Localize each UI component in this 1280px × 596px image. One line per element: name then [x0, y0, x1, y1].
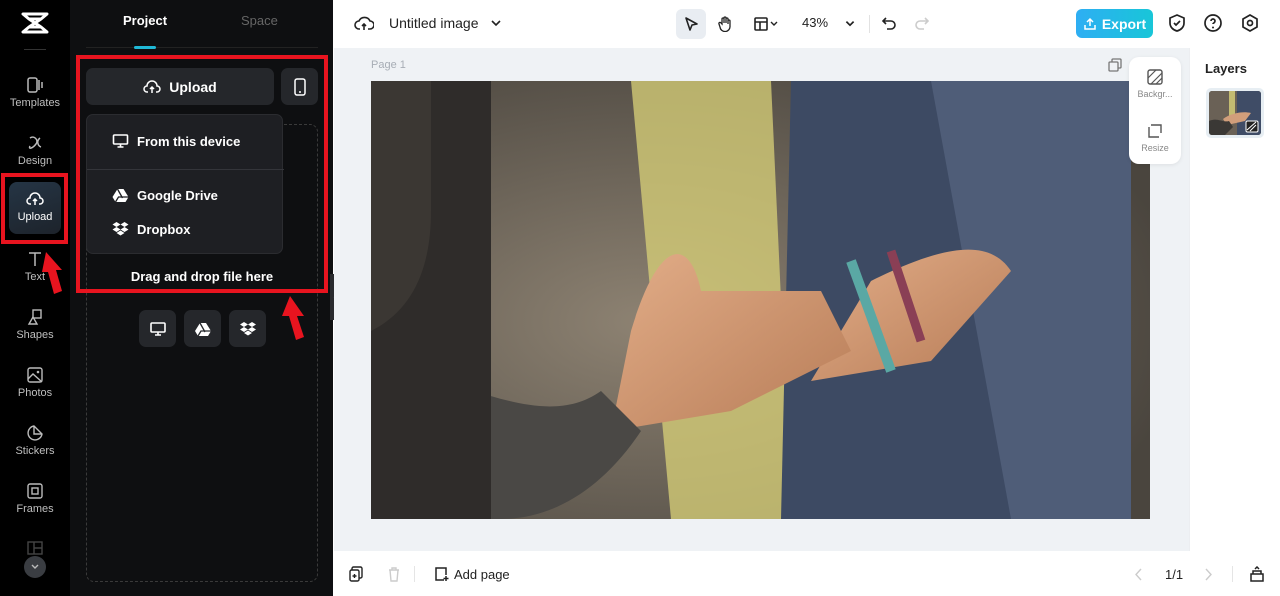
- help-icon[interactable]: [1203, 13, 1223, 33]
- duplicate-icon[interactable]: [348, 566, 364, 582]
- chevron-down-icon[interactable]: [489, 16, 503, 30]
- add-page-button[interactable]: Add page: [454, 567, 510, 582]
- page-indicator: 1/1: [1165, 567, 1184, 582]
- share-icon: [1084, 17, 1096, 30]
- photos-icon: [27, 367, 43, 383]
- document-title[interactable]: Untitled image: [389, 15, 479, 31]
- rail-item-stickers[interactable]: Stickers: [4, 420, 66, 472]
- tab-space[interactable]: Space: [241, 13, 278, 28]
- rail-label: Shapes: [16, 329, 54, 341]
- select-tool-button[interactable]: [676, 9, 706, 39]
- annotation-box-upload-panel: [76, 55, 328, 293]
- next-page-icon[interactable]: [1203, 568, 1213, 581]
- background-tool-button[interactable]: Backgr...: [1129, 69, 1181, 99]
- top-bar: Untitled image 43% Export: [334, 0, 1280, 48]
- cloud-sync-icon[interactable]: [354, 13, 374, 33]
- monitor-icon: [149, 321, 166, 336]
- bottom-divider: [414, 566, 415, 582]
- dropbox-source-button[interactable]: [229, 310, 266, 347]
- frames-icon: [27, 483, 43, 499]
- redo-icon[interactable]: [914, 15, 930, 31]
- background-tool-label: Backgr...: [1137, 89, 1173, 99]
- handshake-photo: [371, 81, 1150, 519]
- design-icon: [28, 136, 42, 149]
- pointer-icon: [685, 17, 698, 31]
- templates-icon: [27, 77, 43, 93]
- google-drive-source-button[interactable]: [184, 310, 221, 347]
- export-label: Export: [1101, 15, 1147, 32]
- chevron-down-icon: [31, 564, 39, 569]
- rail-item-frames[interactable]: Frames: [4, 478, 66, 530]
- google-drive-icon: [194, 322, 211, 336]
- dropbox-icon: [239, 321, 256, 335]
- add-page-icon[interactable]: [433, 566, 449, 582]
- shield-check-icon[interactable]: [1167, 13, 1187, 33]
- bottom-bar: Add page 1/1: [334, 551, 1280, 596]
- rail-item-shapes[interactable]: Shapes: [4, 304, 66, 356]
- rail-label: Frames: [16, 503, 54, 515]
- layer-thumbnail: [1209, 91, 1261, 135]
- shapes-icon: [27, 309, 42, 325]
- layer-photo-thumbnail: [1209, 91, 1261, 135]
- layout-menu-button[interactable]: [748, 9, 784, 39]
- hand-tool-button[interactable]: [710, 9, 740, 39]
- stickers-icon: [27, 425, 43, 441]
- hand-icon: [718, 16, 731, 32]
- layout-icon: [754, 17, 768, 31]
- canvas-area: Page 1 Backgr... Resize: [334, 48, 1189, 551]
- undo-icon[interactable]: [881, 15, 897, 31]
- left-rail: Templates Design Upload Text Shapes Phot…: [0, 0, 70, 596]
- settings-icon[interactable]: [1240, 13, 1260, 33]
- canvas-photo[interactable]: [371, 81, 1150, 519]
- zoom-level[interactable]: 43%: [802, 15, 828, 30]
- layers-title: Layers: [1205, 61, 1247, 76]
- panel-tabs: Project Space: [86, 0, 318, 49]
- rail-divider: [24, 49, 46, 50]
- annotation-arrow-icon: [282, 296, 304, 340]
- bottom-divider: [1232, 566, 1233, 582]
- annotation-box-upload-rail: [1, 173, 68, 244]
- rail-item-photos[interactable]: Photos: [4, 362, 66, 414]
- previous-page-icon[interactable]: [1134, 568, 1144, 581]
- rail-label: Stickers: [15, 445, 55, 457]
- device-source-button[interactable]: [139, 310, 176, 347]
- resize-tool-label: Resize: [1141, 143, 1169, 153]
- duplicate-page-icon[interactable]: [1108, 58, 1122, 72]
- capcut-logo-icon: [21, 12, 49, 34]
- rail-label: Photos: [17, 387, 53, 399]
- trash-icon[interactable]: [386, 566, 402, 582]
- expand-pages-icon[interactable]: [1249, 566, 1265, 582]
- layer-item[interactable]: [1206, 88, 1264, 138]
- chevron-down-icon: [770, 21, 778, 26]
- more-tools-button[interactable]: [24, 556, 46, 578]
- export-button[interactable]: Export: [1076, 9, 1153, 38]
- canvas-quick-tools: Backgr... Resize: [1129, 57, 1181, 164]
- annotation-arrow-icon: [42, 252, 62, 294]
- layers-panel: Layers: [1189, 48, 1280, 551]
- rail-label: Design: [17, 155, 53, 167]
- tab-project[interactable]: Project: [123, 13, 167, 28]
- active-tab-indicator: [134, 46, 156, 49]
- chevron-down-icon[interactable]: [844, 18, 856, 30]
- resize-tool-button[interactable]: Resize: [1129, 123, 1181, 153]
- page-label: Page 1: [371, 59, 406, 71]
- resize-icon: [1148, 124, 1162, 138]
- background-icon: [1147, 69, 1163, 85]
- rail-item-templates[interactable]: Templates: [4, 72, 66, 124]
- editor-root: Templates Design Upload Text Shapes Phot…: [0, 0, 1280, 596]
- toolbar-divider: [869, 15, 870, 33]
- layout-icon: [27, 541, 43, 555]
- rail-label: Templates: [9, 97, 61, 109]
